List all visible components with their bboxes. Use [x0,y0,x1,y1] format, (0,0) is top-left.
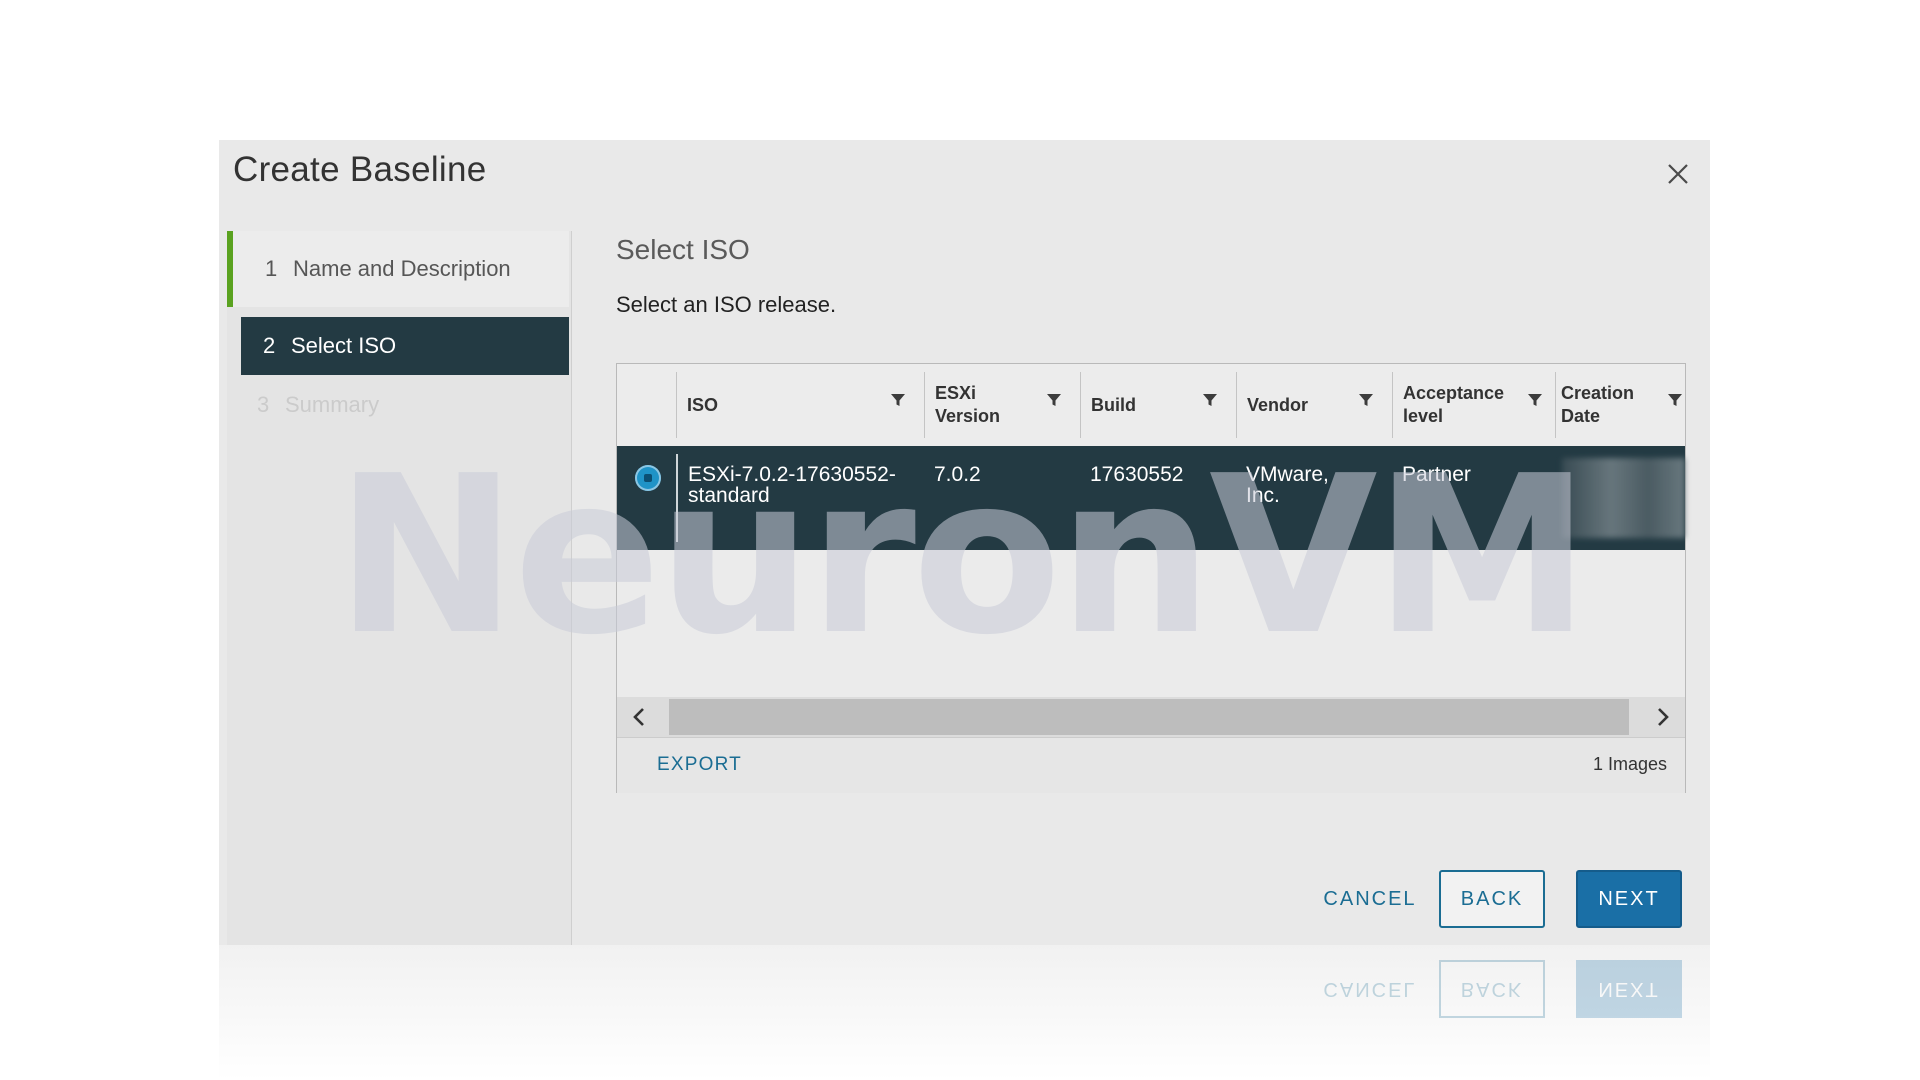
column-header-vendor[interactable]: Vendor [1236,372,1392,438]
filter-icon[interactable] [1202,392,1218,408]
close-button[interactable] [1660,156,1696,192]
iso-datagrid: ISO ESXi Version Build Vendor Acceptance… [616,363,1686,793]
column-header-build[interactable]: Build [1080,372,1236,438]
table-row[interactable]: ESXi-7.0.2-17630552-standard 7.0.2 17630… [617,446,1685,550]
cell-vendor: VMware, Inc. [1246,463,1329,507]
cell-iso: ESXi-7.0.2-17630552-standard [688,463,896,507]
column-label: ISO [687,394,719,415]
column-header-creation-date[interactable]: Creation Date [1555,372,1685,438]
column-label: Acceptance level [1403,383,1505,426]
grid-footer: EXPORT 1 Images [617,737,1685,793]
column-header-esxi-version[interactable]: ESXi Version [924,372,1080,438]
scroll-left-icon[interactable] [627,705,651,729]
horizontal-scrollbar[interactable] [617,697,1685,737]
filter-icon[interactable] [890,392,906,408]
next-button-reflection: NEXT [1576,960,1682,1018]
column-label: ESXi Version [935,383,1001,426]
filter-icon[interactable] [1358,392,1374,408]
image-count: 1 Images [1592,754,1667,774]
step-label: Name and Description [293,256,511,281]
step-number: 2 [263,333,276,358]
column-header-acceptance-level[interactable]: Acceptance level [1392,372,1555,438]
filter-icon[interactable] [1527,392,1543,408]
grid-header: ISO ESXi Version Build Vendor Acceptance… [617,364,1685,447]
cell-build: 17630552 [1090,463,1184,486]
scrollbar-thumb[interactable] [669,699,1629,735]
step-navigation: 1 Name and Description 2 Select ISO 3 Su… [227,231,572,945]
next-button[interactable]: NEXT [1576,870,1682,928]
cell-esxi-version: 7.0.2 [934,463,981,486]
content-subtitle: Select an ISO release. [616,292,837,317]
step-label: Summary [285,392,380,417]
step-name-and-description[interactable]: 1 Name and Description [227,231,569,307]
column-label: Creation Date [1561,383,1635,426]
row-select-radio[interactable] [635,465,661,491]
dialog-title: Create Baseline [233,150,487,189]
step-summary: 3 Summary [227,367,569,443]
column-label: Vendor [1247,394,1309,415]
step-label: Select ISO [291,333,397,358]
export-button[interactable]: EXPORT [657,754,742,776]
stage: Create Baseline 1 Name and Description 2… [0,0,1920,1080]
scroll-right-icon[interactable] [1651,705,1675,729]
back-button[interactable]: BACK [1439,870,1545,928]
cancel-button[interactable]: CANCEL [1300,870,1440,928]
cell-acceptance-level: Partner [1402,463,1471,486]
cancel-button-reflection: CANCEL [1323,978,1417,1001]
column-label: Build [1091,394,1136,415]
back-button-reflection: BACK [1439,960,1545,1018]
filter-icon[interactable] [1667,392,1683,408]
row-divider [676,454,678,542]
cell-creation-date-redacted [1562,458,1685,538]
content-title: Select ISO [616,234,750,265]
dialog-reflection: CANCEL BACK NEXT [219,945,1710,1080]
column-header-iso[interactable]: ISO [676,372,924,438]
close-icon [1668,164,1688,184]
step-number: 3 [257,392,270,417]
filter-icon[interactable] [1046,392,1062,408]
create-baseline-dialog: Create Baseline 1 Name and Description 2… [219,140,1710,945]
step-number: 1 [265,256,278,281]
